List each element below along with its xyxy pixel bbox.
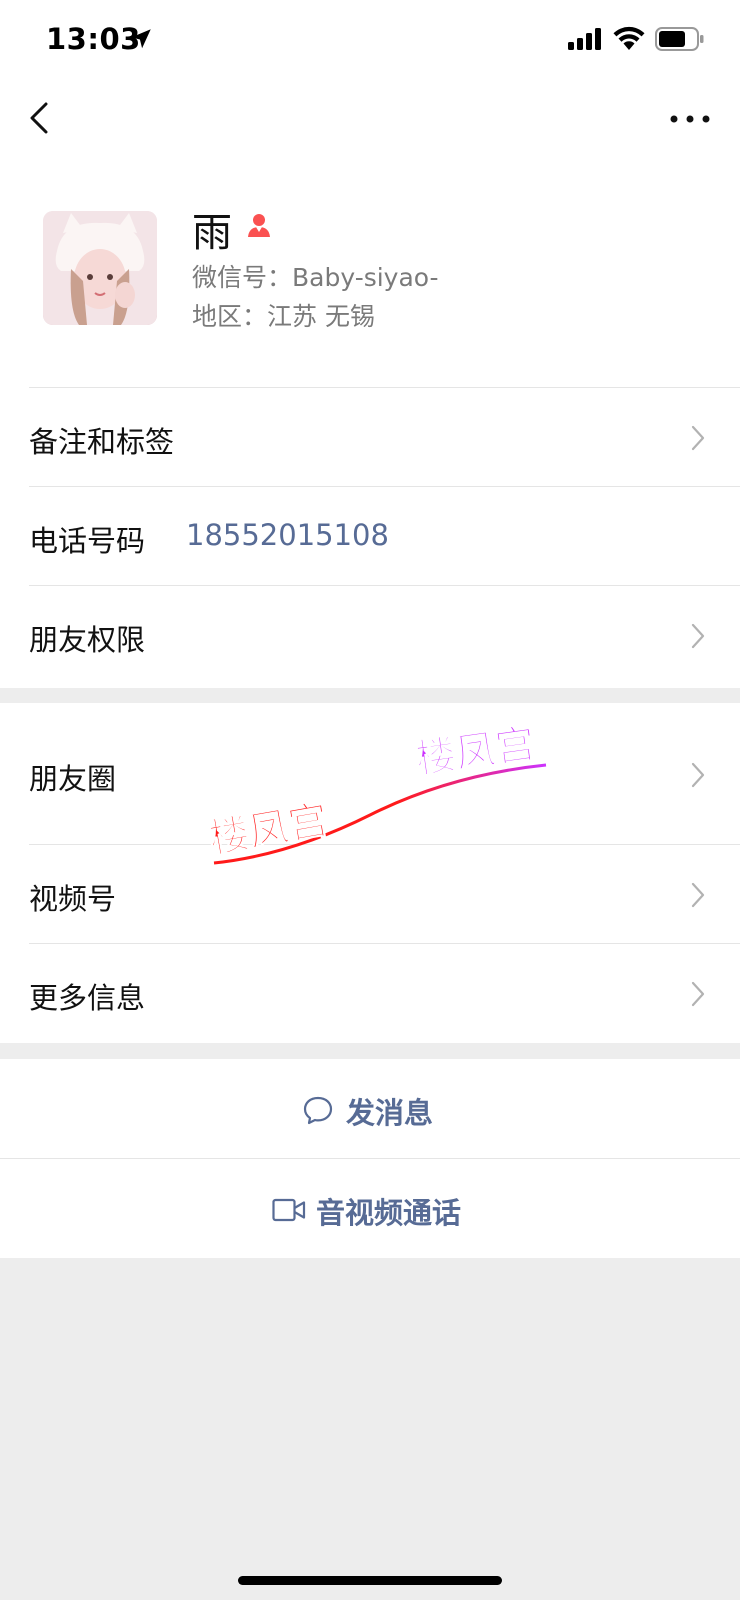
row-label: 电话号码 <box>29 524 146 558</box>
home-indicator <box>238 1576 502 1585</box>
status-time: 13:03 <box>46 22 141 56</box>
profile-name: 雨 <box>192 210 232 256</box>
wifi-icon <box>613 26 645 50</box>
avatar[interactable] <box>43 211 157 325</box>
back-button[interactable] <box>26 98 56 138</box>
cellular-signal-icon <box>568 28 601 50</box>
row-label: 朋友圈 <box>29 762 117 796</box>
av-call-button[interactable]: 音视频通话 <box>0 1159 740 1258</box>
female-icon <box>248 214 270 237</box>
location-arrow-icon <box>131 29 151 49</box>
row-label: 更多信息 <box>29 981 146 1015</box>
chevron-right-icon <box>691 623 705 649</box>
row-channels[interactable]: 视频号 <box>0 845 740 944</box>
row-label: 备注和标签 <box>29 425 175 459</box>
av-call-label: 音视频通话 <box>316 1196 462 1230</box>
row-phone: 电话号码 18552015108 <box>0 487 740 586</box>
avatar-photo <box>43 211 157 325</box>
send-message-button[interactable]: 发消息 <box>0 1059 740 1158</box>
row-remark-tags[interactable]: 备注和标签 <box>0 388 740 487</box>
row-moments[interactable]: 朋友圈 <box>0 703 740 845</box>
battery-icon <box>655 27 704 51</box>
chevron-right-icon <box>691 981 705 1007</box>
row-label: 视频号 <box>29 882 117 916</box>
chat-bubble-icon <box>303 1096 333 1125</box>
region: 地区：江苏 无锡 <box>192 302 375 331</box>
row-more-info[interactable]: 更多信息 <box>0 944 740 1043</box>
phone-number-link[interactable]: 18552015108 <box>186 518 389 552</box>
chevron-right-icon <box>691 882 705 908</box>
chevron-right-icon <box>691 762 705 788</box>
wechat-id: 微信号：Baby-siyao- <box>192 263 439 292</box>
status-bar: 13:03 <box>0 0 740 80</box>
more-button[interactable] <box>666 104 714 134</box>
row-friend-permissions[interactable]: 朋友权限 <box>0 586 740 685</box>
row-label: 朋友权限 <box>29 623 146 657</box>
video-camera-icon <box>272 1198 306 1222</box>
chevron-right-icon <box>691 425 705 451</box>
send-message-label: 发消息 <box>346 1096 434 1130</box>
